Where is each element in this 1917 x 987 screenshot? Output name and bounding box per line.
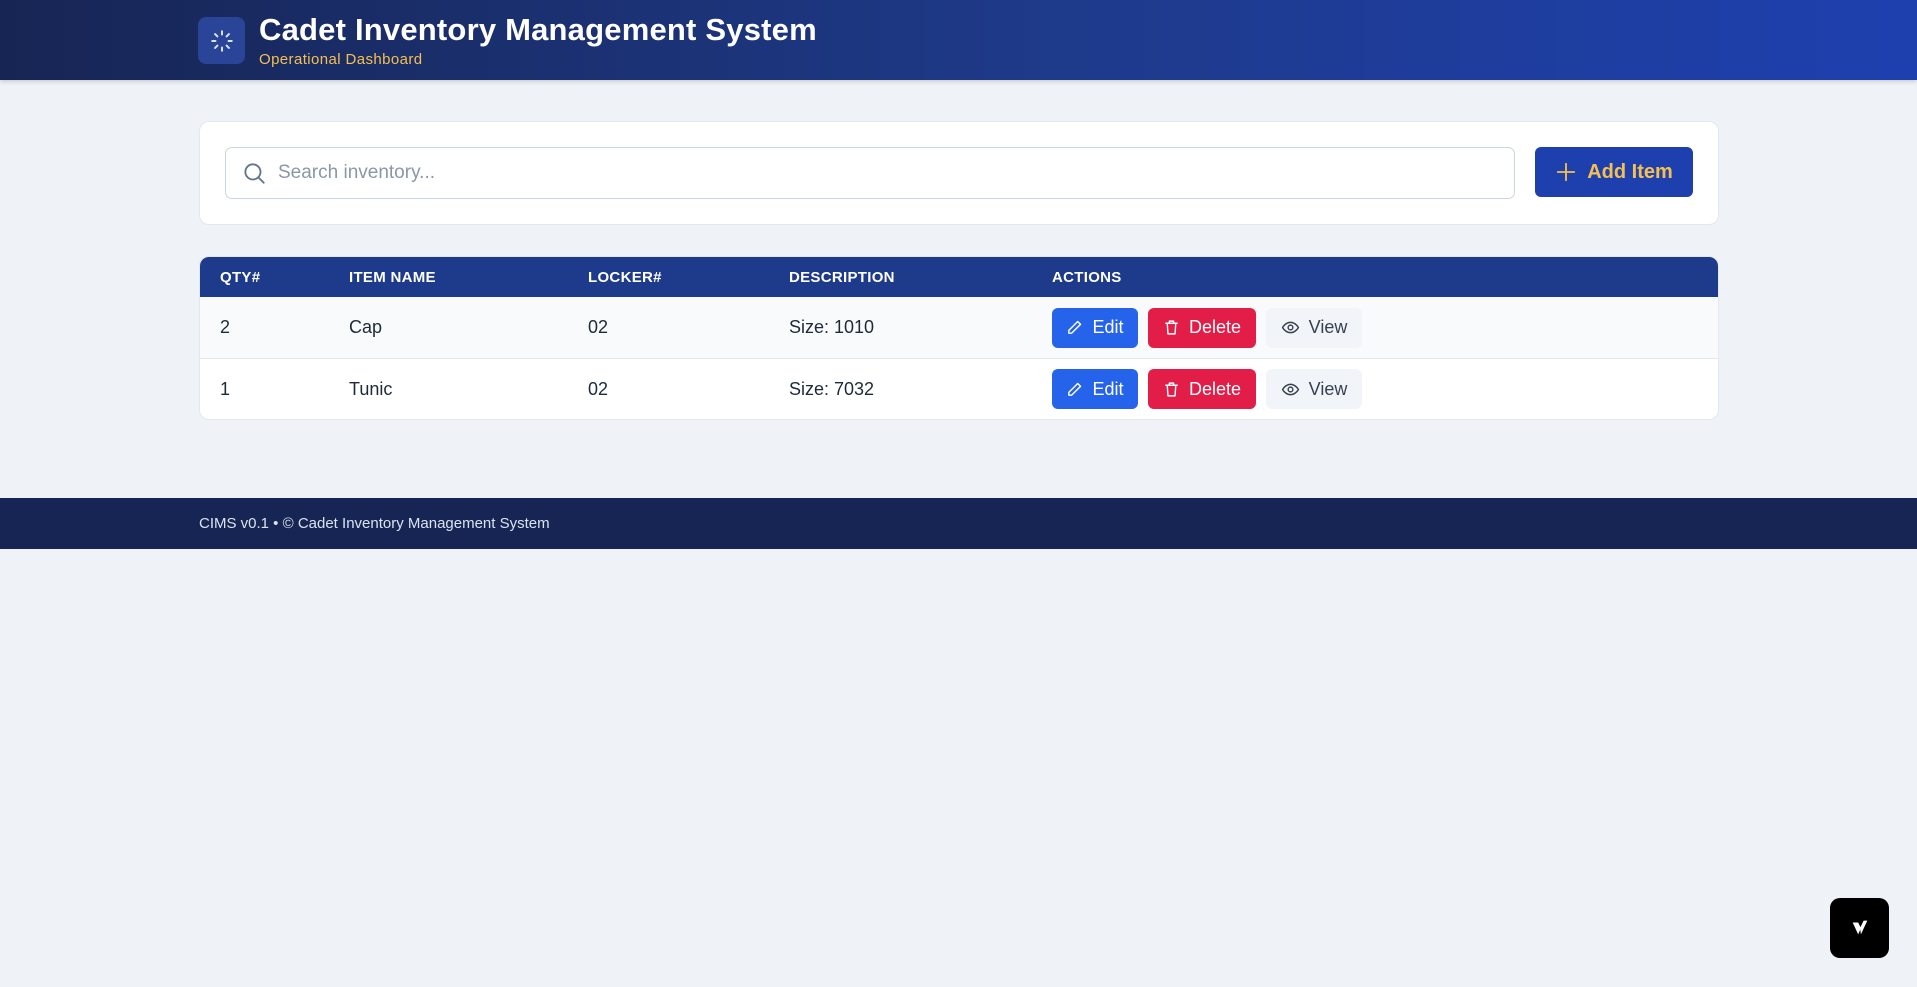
add-item-label: Add Item [1587, 160, 1673, 183]
row-actions: Edit Delete View [1052, 369, 1362, 409]
eye-icon [1281, 318, 1300, 337]
column-header-qty: QTY# [220, 268, 261, 286]
cell-locker: 02 [588, 317, 609, 337]
view-button[interactable]: View [1266, 369, 1362, 409]
brand-logo-icon [1849, 917, 1871, 939]
toolbar-card: Add Item [199, 121, 1719, 225]
footer-text: CIMS v0.1 • © Cadet Inventory Management… [199, 515, 550, 532]
inventory-table: QTY# ITEM NAME LOCKER# DESCRIPTION ACTIO… [199, 256, 1719, 420]
cell-description: Size: 1010 [789, 317, 875, 337]
app-title: Cadet Inventory Management System [259, 12, 817, 47]
cell-qty: 1 [220, 378, 231, 399]
pencil-icon [1066, 319, 1083, 336]
cell-item-name: Cap [349, 317, 383, 337]
cell-item-name: Tunic [349, 378, 393, 399]
loader-icon [198, 17, 245, 64]
view-button[interactable]: View [1266, 307, 1362, 348]
table-row: 1 Tunic 02 Size: 7032 Edit Delete View [200, 358, 1718, 419]
delete-button[interactable]: Delete [1148, 369, 1256, 409]
eye-icon [1281, 380, 1300, 399]
delete-button[interactable]: Delete [1148, 307, 1256, 348]
edit-button[interactable]: Edit [1052, 369, 1138, 409]
edit-label: Edit [1092, 378, 1124, 399]
app-footer: CIMS v0.1 • © Cadet Inventory Management… [0, 498, 1917, 549]
search-icon [241, 160, 267, 186]
column-header-actions: ACTIONS [1052, 268, 1122, 286]
table-row: 2 Cap 02 Size: 1010 Edit Delete View [200, 297, 1718, 358]
floating-widget-button[interactable] [1830, 898, 1889, 958]
pencil-icon [1066, 381, 1083, 398]
row-actions: Edit Delete View [1052, 307, 1362, 348]
app-header: Cadet Inventory Management System Operat… [0, 0, 1917, 80]
view-label: View [1308, 317, 1348, 337]
view-label: View [1308, 378, 1348, 399]
cell-qty: 2 [220, 317, 231, 337]
delete-label: Delete [1188, 317, 1242, 337]
add-item-button[interactable]: Add Item [1535, 147, 1693, 197]
column-header-description: DESCRIPTION [789, 268, 895, 286]
search-box[interactable] [225, 147, 1515, 199]
edit-label: Edit [1092, 317, 1124, 337]
table-header: QTY# ITEM NAME LOCKER# DESCRIPTION ACTIO… [200, 257, 1718, 297]
trash-icon [1163, 319, 1180, 336]
plus-icon [1555, 161, 1577, 183]
column-header-item-name: ITEM NAME [349, 268, 436, 286]
cell-locker: 02 [588, 378, 609, 399]
column-header-locker: LOCKER# [588, 268, 662, 286]
trash-icon [1163, 381, 1180, 398]
delete-label: Delete [1188, 378, 1242, 399]
edit-button[interactable]: Edit [1052, 307, 1138, 348]
search-input[interactable] [278, 153, 1478, 193]
cell-description: Size: 7032 [789, 378, 875, 399]
app-subtitle: Operational Dashboard [259, 51, 423, 68]
